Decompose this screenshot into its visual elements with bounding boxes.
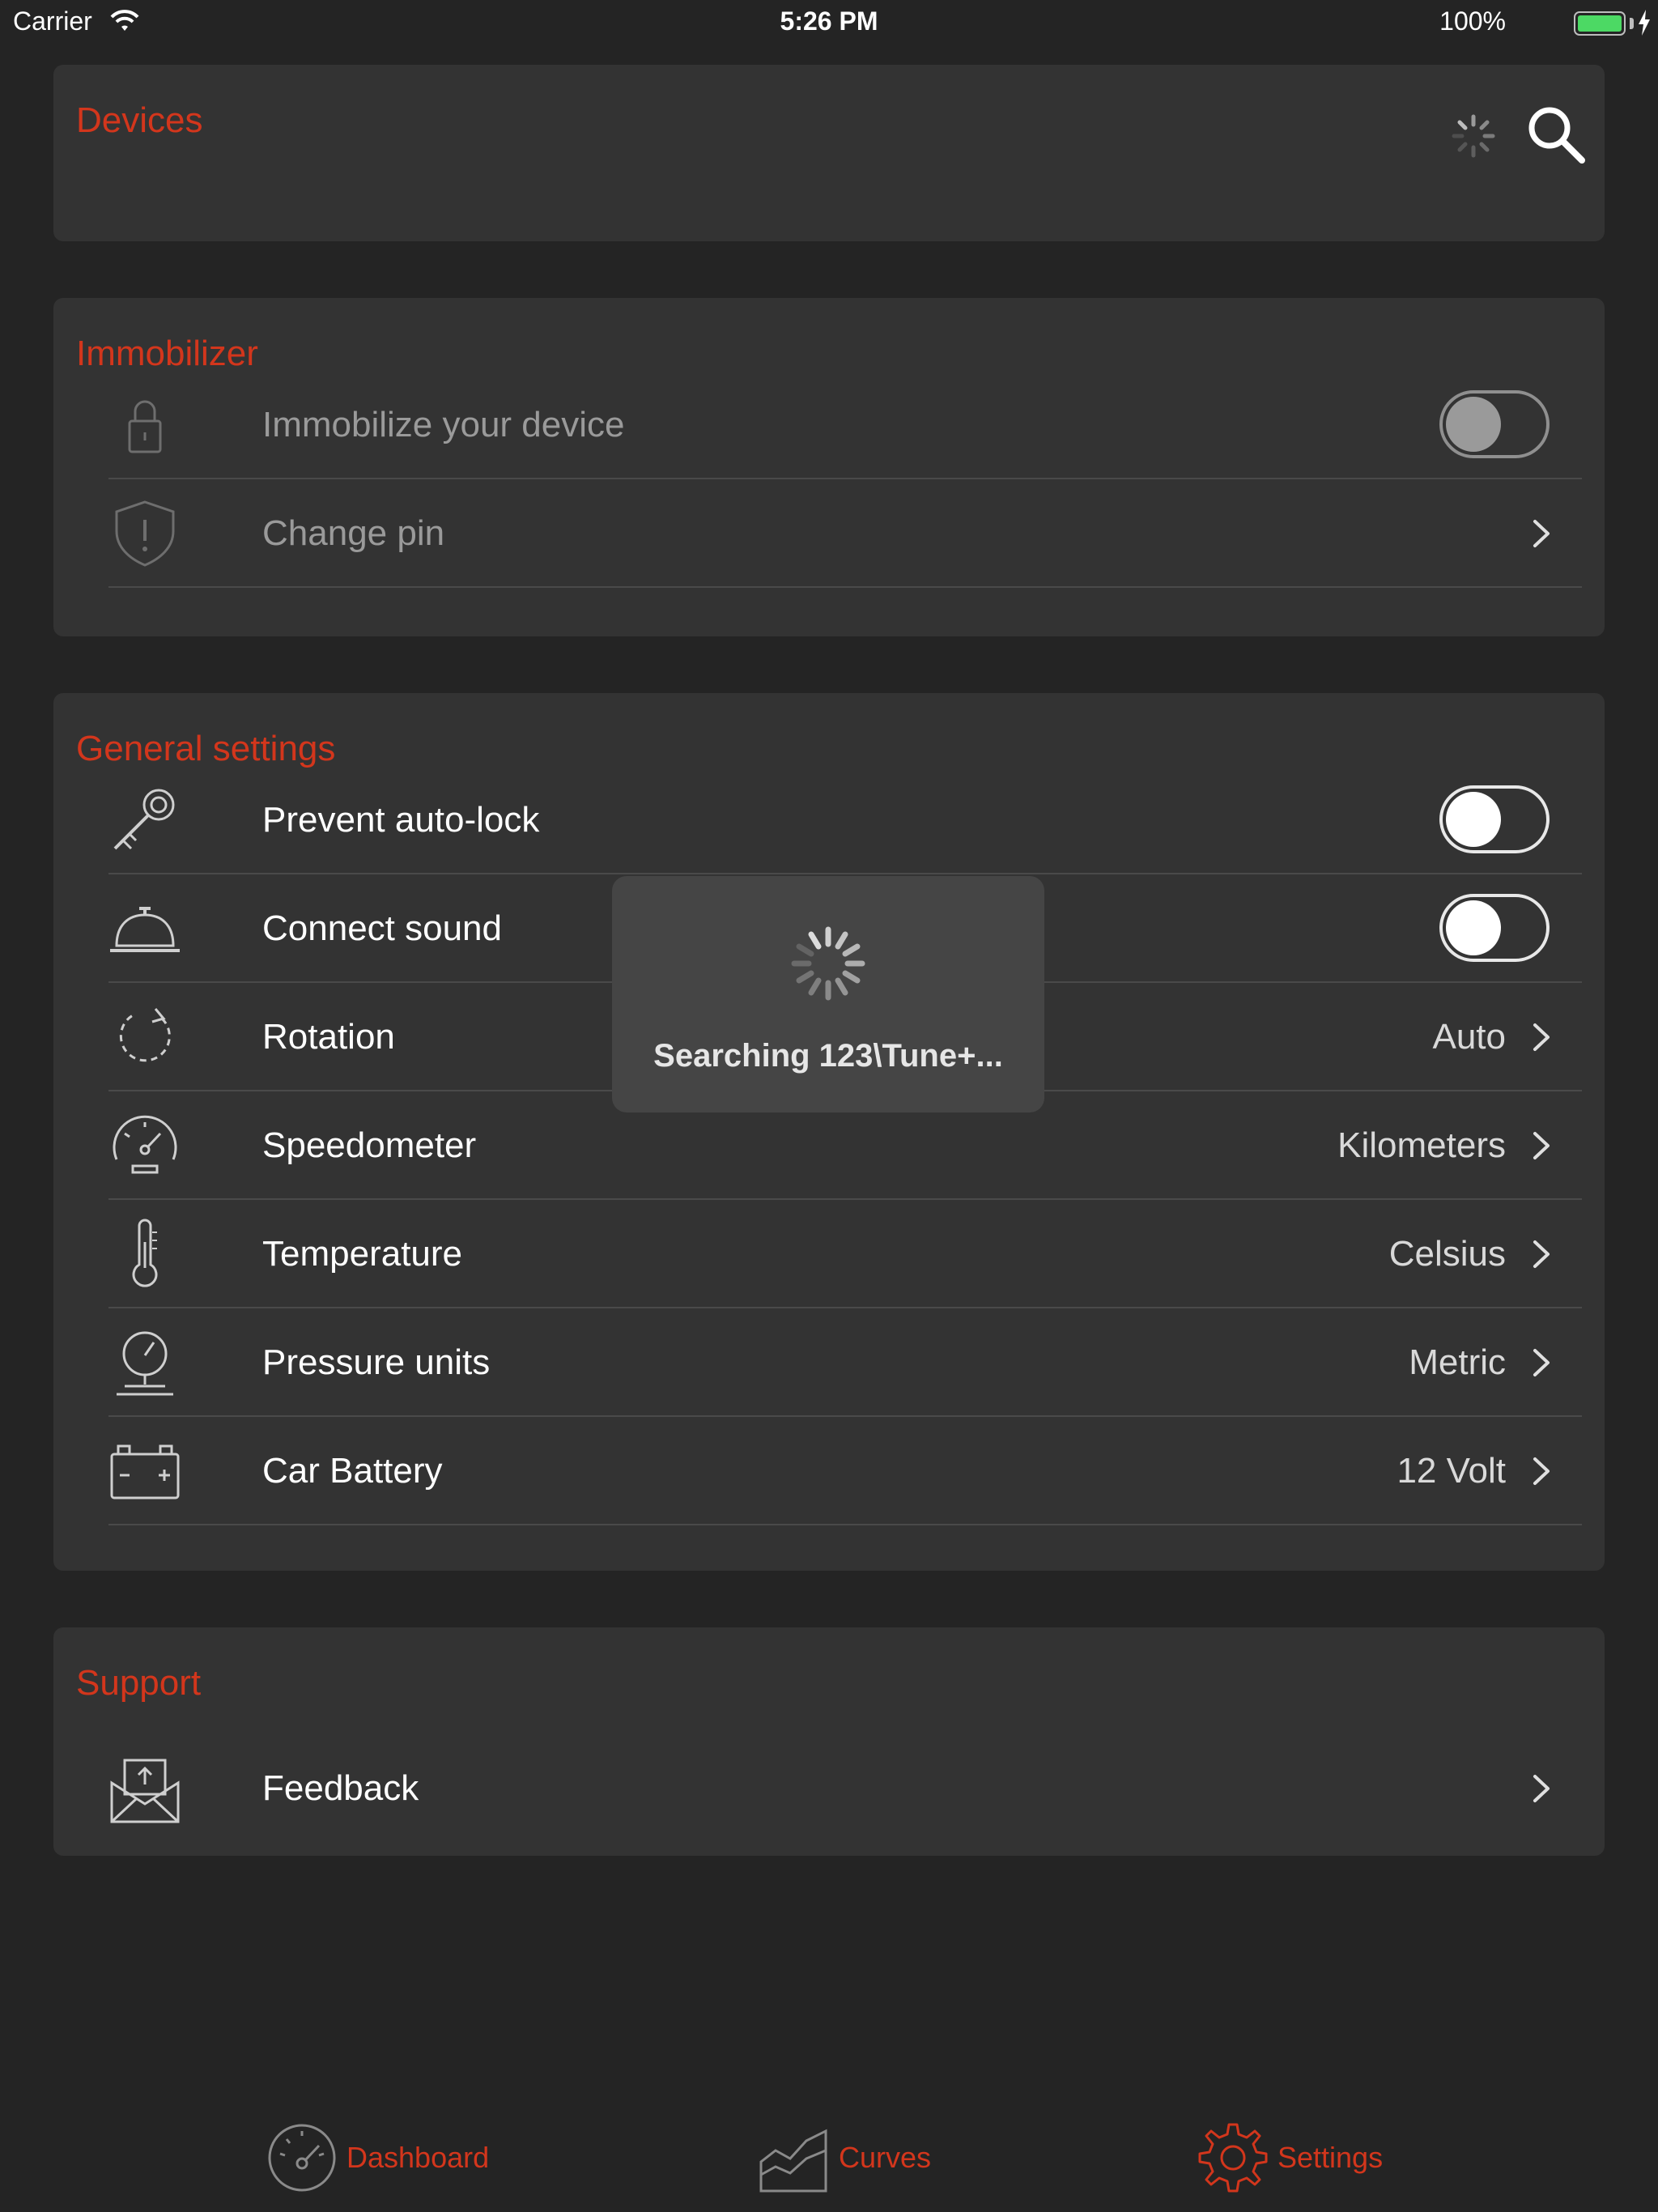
speedometer-icon	[113, 1115, 177, 1174]
clock: 5:26 PM	[780, 6, 878, 36]
change-pin-label: Change pin	[262, 513, 445, 553]
tab-dashboard-label: Dashboard	[346, 2141, 490, 2174]
pressure-units-row[interactable]: Pressure units Metric	[108, 1308, 1582, 1417]
dashboard-icon	[268, 2124, 336, 2192]
support-title: Support	[76, 1663, 202, 1703]
car-battery-row[interactable]: Car Battery 12 Volt	[108, 1417, 1582, 1525]
chevron-right-icon	[1533, 1349, 1550, 1376]
prevent-autolock-toggle[interactable]	[1439, 785, 1550, 853]
pressure-gauge-icon	[117, 1331, 173, 1396]
immobilizer-title: Immobilizer	[76, 334, 258, 373]
lock-icon	[128, 400, 162, 453]
chevron-right-icon	[1533, 1457, 1550, 1485]
chevron-right-icon	[1533, 1023, 1550, 1051]
battery-percent: 100%	[1439, 6, 1506, 36]
search-icon[interactable]	[1525, 104, 1587, 165]
tab-curves[interactable]: Curves	[758, 2121, 968, 2194]
chevron-right-icon	[1533, 1775, 1550, 1802]
car-battery-icon	[110, 1444, 180, 1499]
rotation-icon	[119, 1008, 171, 1062]
temperature-row[interactable]: Temperature Celsius	[108, 1200, 1582, 1308]
charging-icon	[1639, 10, 1650, 36]
chevron-right-icon	[1533, 1240, 1550, 1268]
thermometer-icon	[132, 1219, 158, 1287]
settings-screen: Carrier 5:26 PM 100% Devices Immobilizer…	[0, 0, 1658, 2212]
feedback-mail-icon	[110, 1759, 180, 1823]
key-icon	[113, 789, 175, 850]
support-card: Support Feedback	[53, 1627, 1605, 1856]
tab-bar: Dashboard Curves Settings	[0, 2097, 1658, 2212]
change-pin-row[interactable]: Change pin	[108, 479, 1582, 588]
tab-settings-label: Settings	[1278, 2141, 1384, 2174]
temperature-value: Celsius	[1388, 1234, 1506, 1274]
battery-tip	[1630, 18, 1634, 29]
connect-sound-toggle[interactable]	[1439, 894, 1550, 962]
tab-settings[interactable]: Settings	[1197, 2121, 1407, 2194]
connect-sound-label: Connect sound	[262, 908, 502, 948]
gear-icon	[1198, 2123, 1268, 2193]
temperature-label: Temperature	[262, 1234, 463, 1274]
bell-icon	[110, 907, 180, 952]
pressure-units-value: Metric	[1409, 1342, 1506, 1382]
searching-text: Searching 123\Tune+...	[653, 1038, 1003, 1074]
car-battery-value: 12 Volt	[1397, 1451, 1506, 1491]
devices-card: Devices	[53, 65, 1605, 241]
immobilize-toggle[interactable]	[1439, 390, 1550, 458]
devices-title: Devices	[76, 100, 203, 140]
tab-curves-label: Curves	[839, 2141, 932, 2174]
feedback-label: Feedback	[262, 1768, 419, 1808]
chevron-right-icon	[1533, 1132, 1550, 1159]
speedometer-value: Kilometers	[1337, 1125, 1506, 1165]
searching-hud: Searching 123\Tune+...	[612, 876, 1044, 1112]
curves-chart-icon	[759, 2129, 827, 2193]
feedback-row[interactable]: Feedback	[108, 1734, 1582, 1843]
rotation-label: Rotation	[262, 1017, 395, 1057]
speedometer-label: Speedometer	[262, 1125, 477, 1165]
immobilizer-card: Immobilizer Immobilize your device Chang…	[53, 298, 1605, 636]
status-bar: Carrier 5:26 PM 100%	[0, 0, 1658, 45]
general-settings-title: General settings	[76, 729, 336, 768]
pressure-units-label: Pressure units	[262, 1342, 491, 1382]
immobilize-label: Immobilize your device	[262, 405, 625, 445]
car-battery-label: Car Battery	[262, 1451, 443, 1491]
activity-spinner-icon	[791, 926, 865, 1001]
general-settings-card: General settings Prevent auto-lock Conne…	[53, 693, 1605, 1571]
immobilize-row: Immobilize your device	[108, 371, 1582, 479]
rotation-value: Auto	[1432, 1017, 1506, 1057]
chevron-right-icon	[1533, 520, 1550, 547]
prevent-autolock-label: Prevent auto-lock	[262, 800, 540, 840]
battery-icon	[1574, 11, 1626, 36]
activity-spinner-icon	[1452, 114, 1495, 158]
tab-dashboard[interactable]: Dashboard	[266, 2121, 508, 2194]
shield-icon	[115, 500, 175, 567]
prevent-autolock-row: Prevent auto-lock	[108, 766, 1582, 874]
